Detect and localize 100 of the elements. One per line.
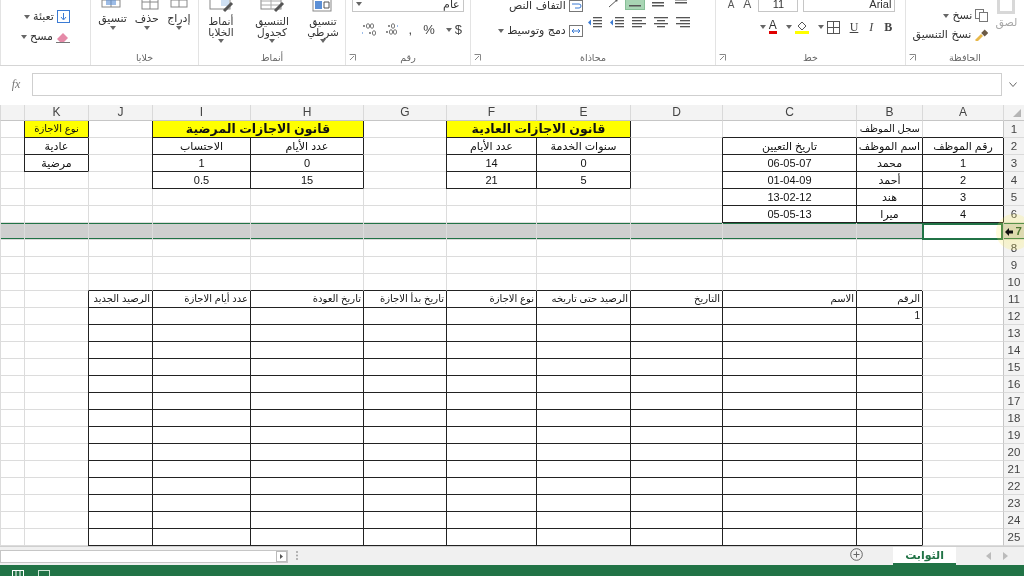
expand-chevron-icon[interactable] (1009, 82, 1017, 87)
table-cell[interactable] (856, 376, 922, 393)
table-cell[interactable] (856, 410, 922, 427)
table-cell[interactable] (250, 359, 363, 376)
table-cell[interactable] (536, 461, 630, 478)
table-cell[interactable] (250, 427, 363, 444)
row-header[interactable]: 15 (1003, 359, 1024, 376)
table-cell[interactable]: الرقم (856, 291, 922, 308)
table-cell[interactable]: 2 (922, 172, 1003, 189)
table-cell[interactable] (152, 342, 250, 359)
table-cell[interactable]: التاريخ (630, 291, 722, 308)
column-header[interactable]: K (24, 105, 88, 121)
row-header[interactable]: 12 (1003, 308, 1024, 325)
column-header[interactable]: J (88, 105, 152, 121)
copy-button[interactable]: نسخ (941, 8, 991, 23)
table-cell[interactable] (152, 495, 250, 512)
table-cell[interactable]: الاسم (722, 291, 856, 308)
table-cell[interactable]: 5 (536, 172, 630, 189)
row-header[interactable]: 21 (1003, 461, 1024, 478)
table-cell[interactable] (630, 444, 722, 461)
table-cell[interactable]: 1 (922, 155, 1003, 172)
column-header[interactable]: I (152, 105, 250, 121)
table-cell[interactable] (446, 461, 536, 478)
table-cell[interactable] (88, 376, 152, 393)
table-cell[interactable] (152, 410, 250, 427)
table-cell[interactable] (88, 410, 152, 427)
table-cell[interactable]: 14 (446, 155, 536, 172)
insert-button[interactable]: إدراج (164, 0, 193, 31)
font-color-button[interactable]: A (757, 19, 779, 35)
table-cell[interactable] (722, 121, 856, 138)
table-cell[interactable]: 01-04-09 (722, 172, 856, 189)
table-cell[interactable] (363, 274, 446, 291)
table-cell[interactable] (722, 461, 856, 478)
table-cell[interactable]: أحمد (856, 172, 922, 189)
dialog-launcher-icon[interactable] (349, 54, 356, 61)
table-cell[interactable] (536, 478, 630, 495)
table-cell[interactable] (363, 393, 446, 410)
column-header[interactable]: D (630, 105, 722, 121)
table-cell[interactable] (250, 512, 363, 529)
row-header[interactable]: 6 (1003, 206, 1024, 223)
add-sheet-icon[interactable] (850, 548, 864, 561)
table-cell[interactable] (536, 308, 630, 325)
table-cell[interactable] (722, 359, 856, 376)
table-cell[interactable] (446, 393, 536, 410)
row-header[interactable]: 4 (1003, 172, 1024, 189)
table-title[interactable]: قانون الاجازات العادية (446, 121, 630, 138)
grow-font-button[interactable]: A (741, 0, 754, 12)
row-header[interactable]: 8 (1003, 240, 1024, 257)
scroll-right-icon[interactable] (276, 550, 287, 562)
table-cell[interactable] (536, 512, 630, 529)
merge-center-button[interactable]: دمج وتوسيط (496, 23, 585, 38)
table-cell[interactable] (536, 495, 630, 512)
table-cell[interactable] (363, 444, 446, 461)
table-cell[interactable]: 0 (250, 155, 363, 172)
table-cell[interactable] (630, 512, 722, 529)
row-header[interactable]: 5 (1003, 189, 1024, 206)
table-cell[interactable]: عدد الأيام (250, 138, 363, 155)
table-cell[interactable] (250, 308, 363, 325)
table-cell[interactable] (152, 444, 250, 461)
table-cell[interactable]: هند (856, 189, 922, 206)
column-header[interactable]: H (250, 105, 363, 121)
column-header[interactable]: B (856, 105, 922, 121)
format-button[interactable]: تنسيق (96, 0, 129, 31)
table-cell[interactable] (446, 274, 536, 291)
row-header[interactable]: 20 (1003, 444, 1024, 461)
table-cell[interactable] (536, 376, 630, 393)
table-cell[interactable] (152, 359, 250, 376)
table-cell[interactable] (446, 325, 536, 342)
table-cell[interactable] (363, 461, 446, 478)
table-cell[interactable] (250, 478, 363, 495)
row-header[interactable]: 7 (1003, 223, 1024, 240)
table-cell[interactable] (446, 376, 536, 393)
table-cell[interactable] (363, 376, 446, 393)
row-header[interactable]: 10 (1003, 274, 1024, 291)
table-cell[interactable]: نوع الاجازة (446, 291, 536, 308)
row-header[interactable]: 18 (1003, 410, 1024, 427)
table-cell[interactable] (88, 274, 152, 291)
row-header[interactable]: 25 (1003, 529, 1024, 546)
table-cell[interactable] (88, 478, 152, 495)
formula-field[interactable] (32, 73, 1002, 96)
table-cell[interactable] (856, 427, 922, 444)
table-cell[interactable] (250, 461, 363, 478)
table-cell[interactable]: 13-02-12 (722, 189, 856, 206)
table-cell[interactable] (88, 325, 152, 342)
font-name-field[interactable]: Arial (803, 0, 896, 12)
table-cell[interactable]: الاحتساب (152, 138, 250, 155)
table-cell[interactable] (536, 274, 630, 291)
table-cell[interactable]: تاريخ بدأ الاجازة (363, 291, 446, 308)
table-cell[interactable] (152, 478, 250, 495)
table-cell[interactable] (722, 427, 856, 444)
currency-button[interactable]: $ (443, 21, 464, 38)
column-header[interactable]: E (536, 105, 630, 121)
column-header[interactable]: A (922, 105, 1003, 121)
table-cell[interactable] (250, 376, 363, 393)
table-cell[interactable] (630, 427, 722, 444)
table-cell[interactable] (446, 410, 536, 427)
table-cell[interactable]: 0.5 (152, 172, 250, 189)
table-cell[interactable] (536, 393, 630, 410)
table-cell[interactable]: 06-05-07 (722, 155, 856, 172)
fill-color-button[interactable] (783, 19, 811, 35)
